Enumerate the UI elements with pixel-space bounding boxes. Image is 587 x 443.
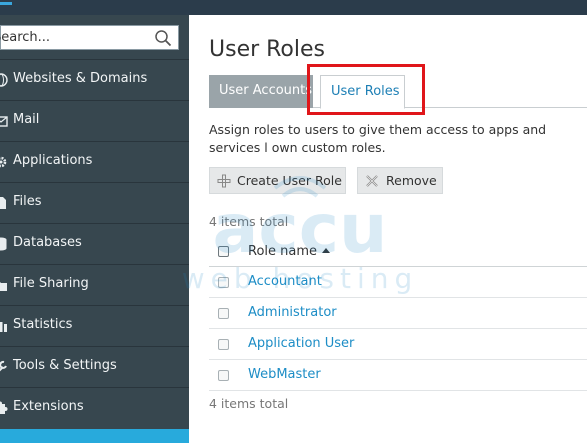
highlight-annotation [307,64,425,115]
sidebar-item-label: Mail [13,112,40,127]
puzzle-icon [0,401,8,414]
file-icon [0,197,6,209]
remove-label: Remove [386,173,437,188]
plus-icon [217,174,231,188]
sidebar-item-label: File Sharing [13,276,89,291]
sidebar-item-files[interactable]: Files [0,182,189,223]
role-name-header-label: Role name [248,244,318,259]
create-user-role-label: Create User Role [237,173,342,188]
wrench-icon [0,360,7,372]
main-content: User Roles User Accounts User Roles Assi… [189,15,587,443]
database-icon [0,237,7,251]
sidebar-item-statistics[interactable]: Statistics [0,305,189,346]
sidebar-item-label: Databases [13,235,82,250]
sidebar-item-label: Files [13,194,42,209]
bar-chart-icon [0,322,7,332]
table-row: Accountant [209,267,587,298]
role-name-column-header[interactable]: Role name [248,244,331,259]
page-description: Assign roles to users to give them acces… [209,122,547,155]
items-total-bottom: 4 items total [209,396,289,411]
sidebar-accent-bar [0,429,189,443]
row-checkbox[interactable] [218,277,229,288]
roles-table: Role name Accountant Administrator Appli… [209,236,587,391]
row-checkbox[interactable] [218,370,229,381]
sidebar-nav: Websites & Domains Mail Applications Fil… [0,59,189,428]
search-box [0,25,179,50]
sidebar: Websites & Domains Mail Applications Fil… [0,15,189,443]
search-input[interactable] [0,26,143,49]
table-row: WebMaster [209,360,587,391]
sidebar-item-tools-settings[interactable]: Tools & Settings [0,346,189,387]
role-link[interactable]: Administrator [248,305,337,320]
gear-icon [0,156,7,168]
sidebar-item-label: Extensions [13,399,84,414]
sidebar-item-websites-domains[interactable]: Websites & Domains [0,59,189,100]
row-checkbox[interactable] [218,308,229,319]
row-checkbox[interactable] [218,339,229,350]
envelope-icon [0,116,8,127]
role-link[interactable]: Accountant [248,274,322,289]
sidebar-item-label: Websites & Domains [13,71,148,86]
sidebar-item-applications[interactable]: Applications [0,141,189,182]
sidebar-item-label: Applications [13,153,93,168]
sidebar-item-file-sharing[interactable]: File Sharing [0,264,189,305]
search-icon[interactable] [154,29,172,47]
sidebar-item-databases[interactable]: Databases [0,223,189,264]
sidebar-item-label: Tools & Settings [13,358,117,373]
menu-icon[interactable] [0,2,12,5]
items-total-top: 4 items total [209,214,289,229]
table-row: Application User [209,329,587,360]
share-icon [0,282,7,291]
table-row: Administrator [209,298,587,329]
tab-user-accounts[interactable]: User Accounts [209,75,313,108]
sidebar-item-mail[interactable]: Mail [0,100,189,141]
top-bar [0,0,587,15]
page-title: User Roles [209,37,326,62]
sort-ascending-icon [322,248,331,253]
table-header: Role name [209,236,587,267]
role-link[interactable]: Application User [248,336,354,351]
select-all-checkbox[interactable] [218,246,229,257]
globe-icon [0,73,8,87]
create-user-role-button[interactable]: Create User Role [209,167,346,194]
sidebar-item-extensions[interactable]: Extensions [0,387,189,428]
remove-icon [366,175,378,187]
role-link[interactable]: WebMaster [248,367,321,382]
sidebar-item-label: Statistics [13,317,73,332]
remove-button[interactable]: Remove [357,167,443,194]
